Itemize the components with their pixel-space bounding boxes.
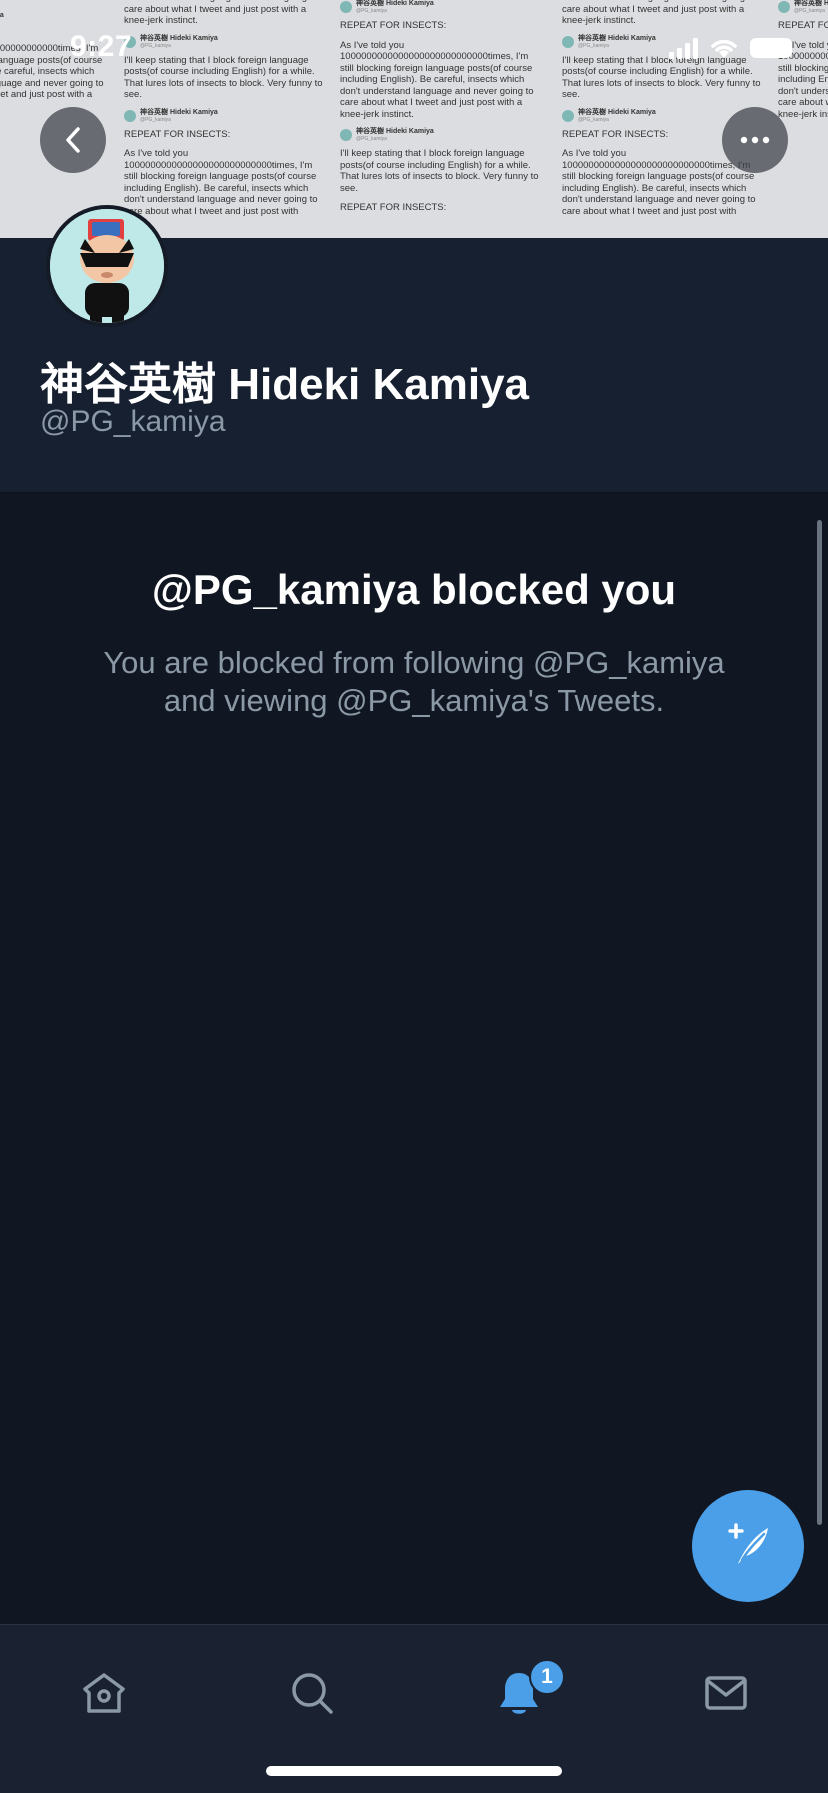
compose-tweet-button[interactable] bbox=[692, 1490, 804, 1602]
profile-handle: @PG_kamiya bbox=[40, 405, 226, 438]
tweet-avatar bbox=[778, 1, 790, 13]
tab-home[interactable] bbox=[64, 1653, 144, 1733]
tweet-avatar bbox=[562, 109, 574, 122]
tab-messages[interactable] bbox=[686, 1653, 766, 1733]
tab-notifications[interactable]: 1 bbox=[479, 1653, 565, 1733]
compose-tweet-icon bbox=[728, 1523, 768, 1564]
blocked-title: @PG_kamiya blocked you bbox=[151, 566, 677, 613]
back-button[interactable] bbox=[40, 107, 106, 173]
tab-search[interactable] bbox=[272, 1653, 352, 1733]
cellular-signal-icon bbox=[669, 37, 698, 59]
scrollbar[interactable] bbox=[817, 520, 822, 1525]
more-icon bbox=[740, 136, 770, 144]
more-options-button[interactable] bbox=[722, 107, 788, 173]
profile-name: 神谷英樹 Hideki Kamiya bbox=[40, 360, 530, 409]
wifi-icon bbox=[711, 39, 737, 58]
avatar[interactable] bbox=[46, 205, 168, 327]
back-arrow-icon bbox=[66, 127, 80, 153]
banner-tweet-column: 神谷英樹 Hideki Kamiya@PG_kamiya REPEAT FOR … bbox=[340, 0, 539, 213]
banner-tweet-column: don't understand language and never goin… bbox=[562, 0, 761, 217]
notification-badge: 1 bbox=[529, 1659, 565, 1695]
home-indicator[interactable] bbox=[266, 1766, 562, 1776]
blocked-description: You are blocked from following @PG_kamiy… bbox=[103, 645, 725, 718]
tweet-avatar bbox=[340, 129, 352, 141]
tweet-avatar bbox=[562, 35, 574, 48]
mail-icon bbox=[705, 1676, 747, 1710]
tweet-avatar bbox=[124, 109, 136, 122]
status-bar-indicators bbox=[669, 36, 792, 60]
banner-tweet-column: don't understand language and never goin… bbox=[124, 0, 323, 217]
battery-icon bbox=[750, 38, 792, 58]
avatar-image bbox=[50, 209, 164, 323]
search-icon bbox=[292, 1673, 333, 1714]
tweet-avatar bbox=[340, 1, 352, 13]
home-icon bbox=[83, 1673, 125, 1713]
banner-tweet-column: 神谷英樹 Hideki Kamiya@PG_kamiya REPEAT FOR … bbox=[778, 0, 828, 120]
status-bar-time: 9:27 bbox=[70, 30, 133, 63]
